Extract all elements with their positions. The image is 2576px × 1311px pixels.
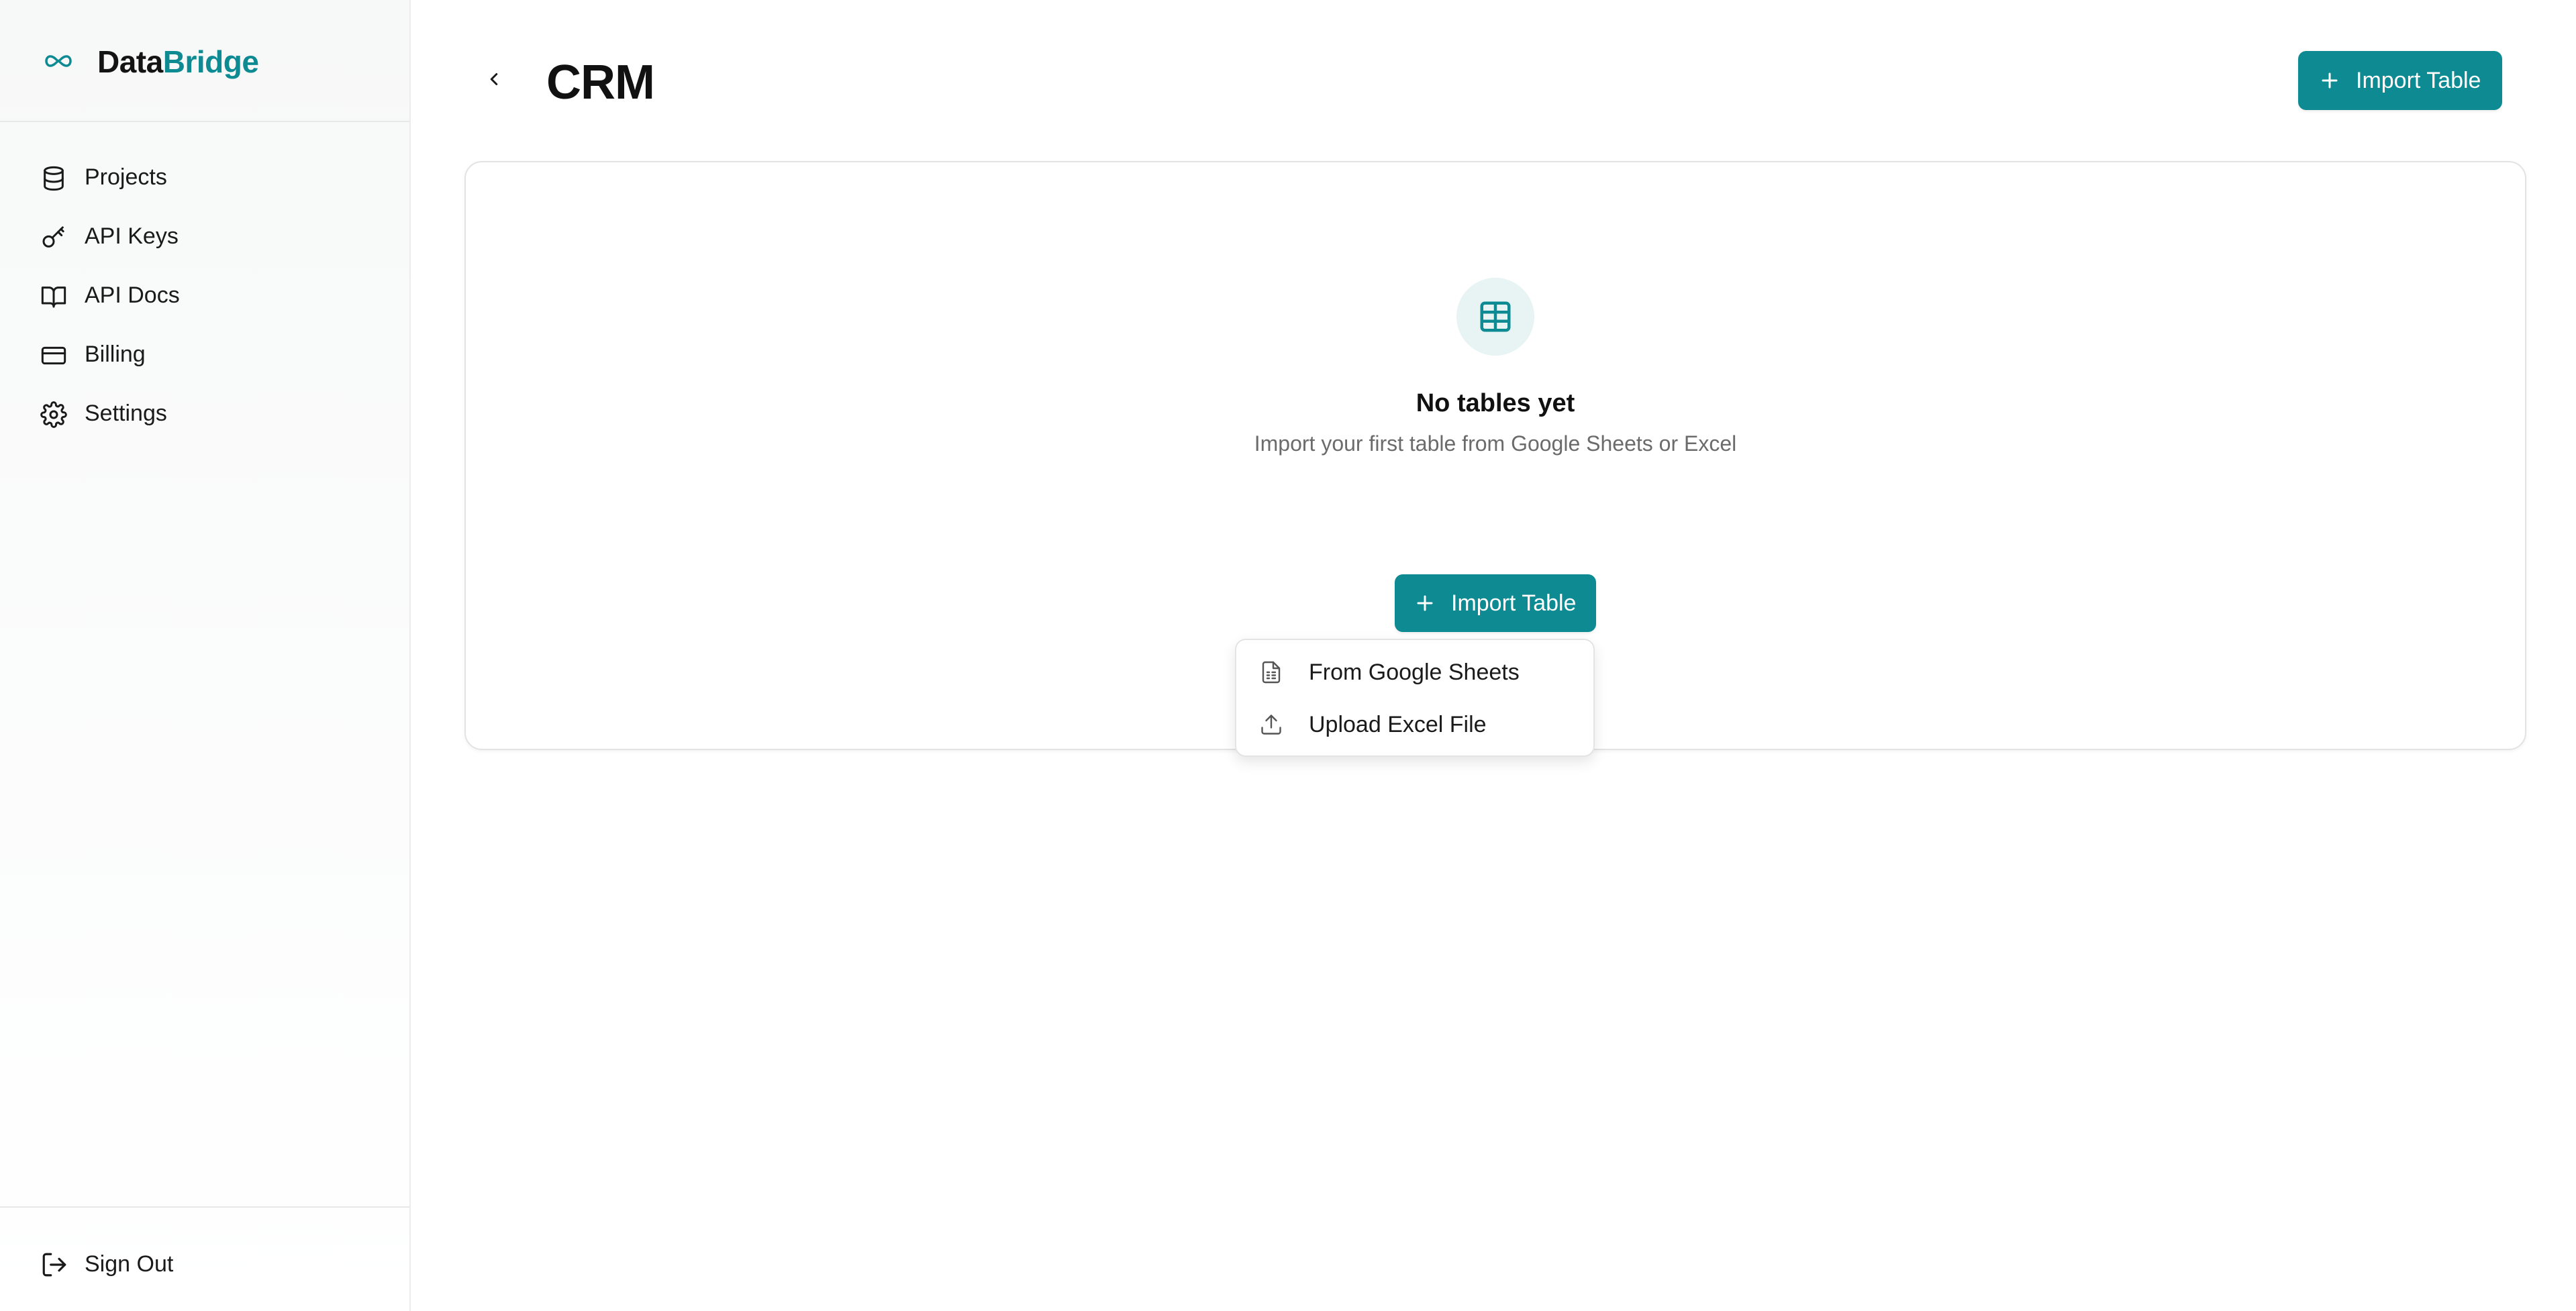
sidebar: DataBridge Projects API Keys API Docs Bi…: [0, 0, 411, 1311]
import-table-label: Import Table: [1451, 590, 1577, 616]
sidebar-item-label: API Docs: [85, 282, 180, 308]
sidebar-item-label: Settings: [85, 401, 167, 426]
menu-item-label: Upload Excel File: [1309, 712, 1487, 737]
brand-name-part2: Bridge: [162, 44, 259, 79]
back-button[interactable]: [479, 64, 509, 94]
import-table-label: Import Table: [2356, 68, 2481, 93]
sidebar-item-label: Billing: [85, 342, 146, 367]
menu-item-label: From Google Sheets: [1309, 660, 1520, 685]
sidebar-item-label: API Keys: [85, 223, 179, 249]
brand-name[interactable]: DataBridge: [97, 43, 259, 81]
key-icon: [40, 224, 67, 251]
menu-item-upload-excel[interactable]: Upload Excel File: [1236, 702, 1593, 749]
sidebar-item-api-keys[interactable]: API Keys: [40, 216, 376, 256]
empty-state-icon-wrap: [1456, 278, 1534, 356]
empty-state-subtitle: Import your first table from Google Shee…: [1254, 431, 1737, 456]
credit-card-icon: [40, 342, 67, 369]
upload-icon: [1259, 713, 1283, 737]
sidebar-item-projects[interactable]: Projects: [40, 157, 376, 197]
import-menu: From Google Sheets Upload Excel File: [1235, 639, 1595, 757]
empty-state-title: No tables yet: [1416, 389, 1575, 417]
plus-icon: [2320, 70, 2340, 91]
import-table-dropdown-button[interactable]: Import Table: [1395, 574, 1596, 632]
sidebar-footer: Sign Out: [0, 1206, 409, 1311]
book-icon: [40, 283, 67, 310]
sign-out-icon: [40, 1251, 68, 1279]
import-table-button[interactable]: Import Table: [2298, 51, 2502, 110]
brand-header: DataBridge: [0, 0, 409, 122]
database-icon: [40, 165, 67, 192]
table-icon: [1477, 299, 1514, 335]
brand-name-part1: Data: [97, 44, 163, 79]
sidebar-item-settings[interactable]: Settings: [40, 393, 376, 433]
infinity-icon: [42, 51, 75, 71]
menu-item-google-sheets[interactable]: From Google Sheets: [1236, 649, 1593, 696]
plus-icon: [1415, 593, 1435, 613]
chevron-left-icon: [484, 69, 504, 89]
sidebar-item-api-docs[interactable]: API Docs: [40, 275, 376, 315]
page-title: CRM: [546, 56, 655, 109]
sidebar-item-billing[interactable]: Billing: [40, 334, 376, 374]
spreadsheet-file-icon: [1259, 660, 1283, 684]
sign-out-label: Sign Out: [85, 1251, 174, 1277]
sidebar-item-label: Projects: [85, 164, 167, 190]
sign-out-button[interactable]: Sign Out: [40, 1244, 309, 1284]
gear-icon: [40, 401, 67, 428]
